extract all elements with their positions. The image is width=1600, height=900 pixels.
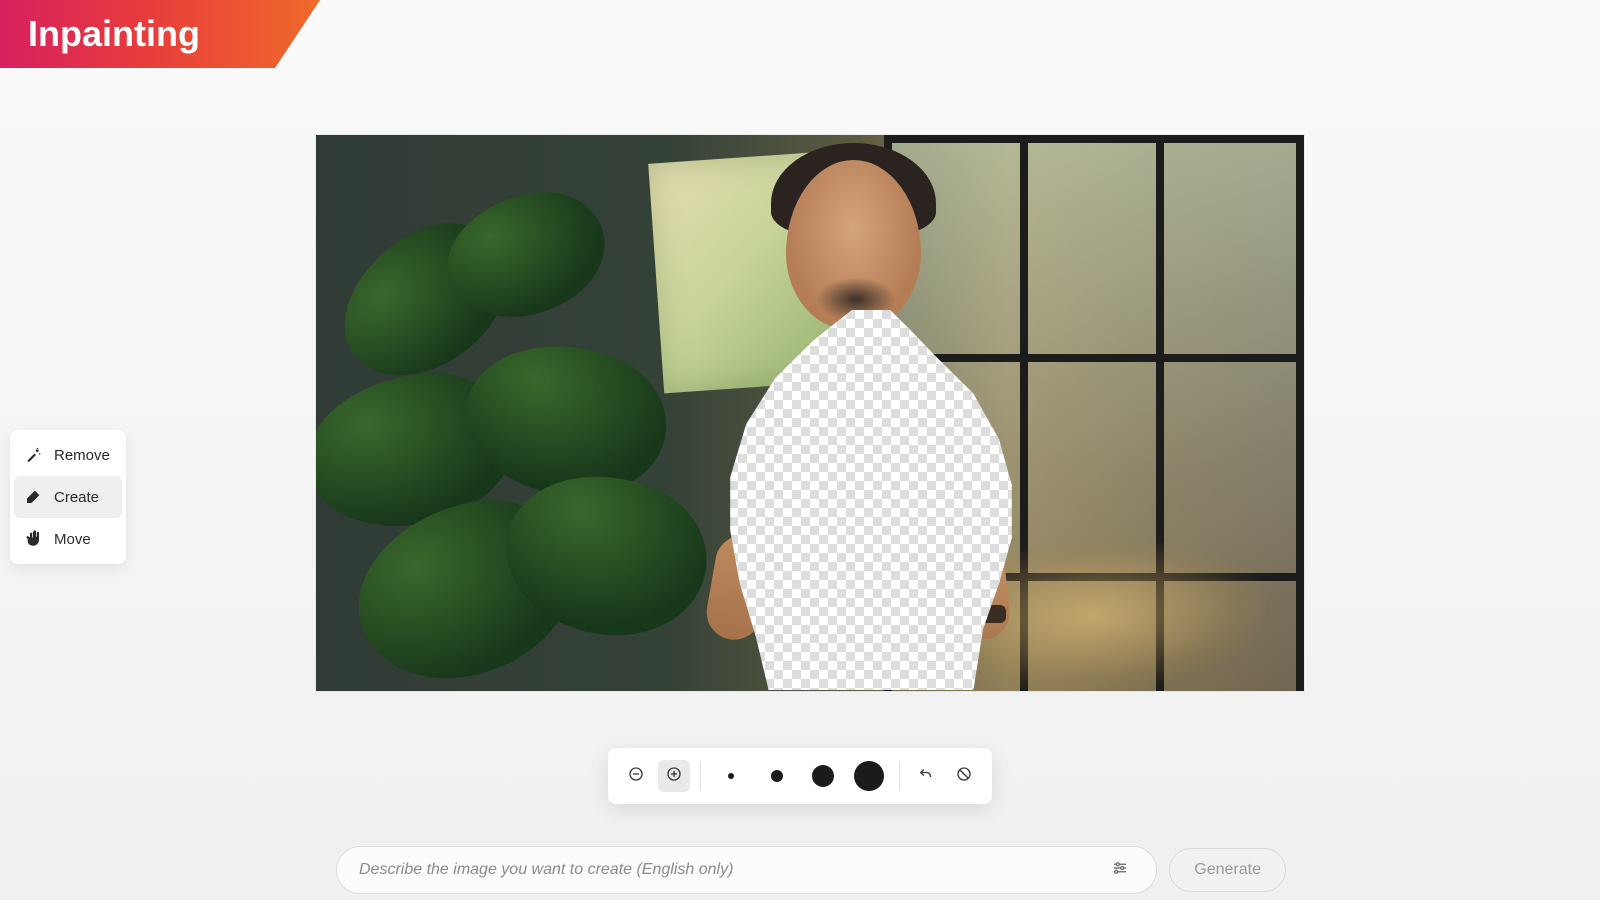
- dot-icon: [854, 761, 884, 791]
- undo-button[interactable]: [910, 760, 942, 792]
- prompt-settings-button[interactable]: [1106, 856, 1134, 884]
- page-title: Inpainting: [28, 13, 200, 55]
- editor-canvas[interactable]: [316, 135, 1304, 691]
- tool-move[interactable]: Move: [14, 518, 122, 560]
- tool-create[interactable]: Create: [14, 476, 122, 518]
- brush-icon: [24, 488, 42, 506]
- canvas-scene-plant: [316, 175, 726, 691]
- dot-icon: [771, 770, 783, 782]
- tools-panel: Remove Create Move: [10, 430, 126, 564]
- brush-size-m[interactable]: [803, 756, 843, 796]
- no-symbol-icon: [955, 765, 973, 788]
- brush-size-xs[interactable]: [711, 756, 751, 796]
- dot-icon: [812, 765, 834, 787]
- tool-remove[interactable]: Remove: [14, 434, 122, 476]
- hand-icon: [24, 530, 42, 548]
- transparency-checker: [711, 310, 1031, 690]
- tool-move-label: Move: [54, 531, 91, 548]
- dot-icon: [728, 773, 734, 779]
- brush-size-l[interactable]: [849, 756, 889, 796]
- brush-size-s[interactable]: [757, 756, 797, 796]
- prompt-field-wrap: [336, 846, 1157, 894]
- header-ribbon: Inpainting: [0, 0, 240, 68]
- sliders-icon: [1111, 859, 1129, 882]
- separator: [899, 762, 900, 790]
- brush-toolbar: [608, 748, 992, 804]
- undo-icon: [917, 765, 935, 788]
- generate-button[interactable]: Generate: [1169, 848, 1286, 892]
- minus-circle-icon: [627, 765, 645, 788]
- zoom-out-button[interactable]: [620, 760, 652, 792]
- tool-create-label: Create: [54, 489, 99, 506]
- zoom-in-button[interactable]: [658, 760, 690, 792]
- prompt-bar: Generate: [336, 846, 1286, 894]
- wand-sparkle-icon: [24, 446, 42, 464]
- clear-mask-button[interactable]: [948, 760, 980, 792]
- plus-circle-icon: [665, 765, 683, 788]
- inpaint-mask: [711, 310, 1031, 690]
- prompt-input[interactable]: [359, 861, 1106, 879]
- separator: [700, 762, 701, 790]
- tool-remove-label: Remove: [54, 447, 110, 464]
